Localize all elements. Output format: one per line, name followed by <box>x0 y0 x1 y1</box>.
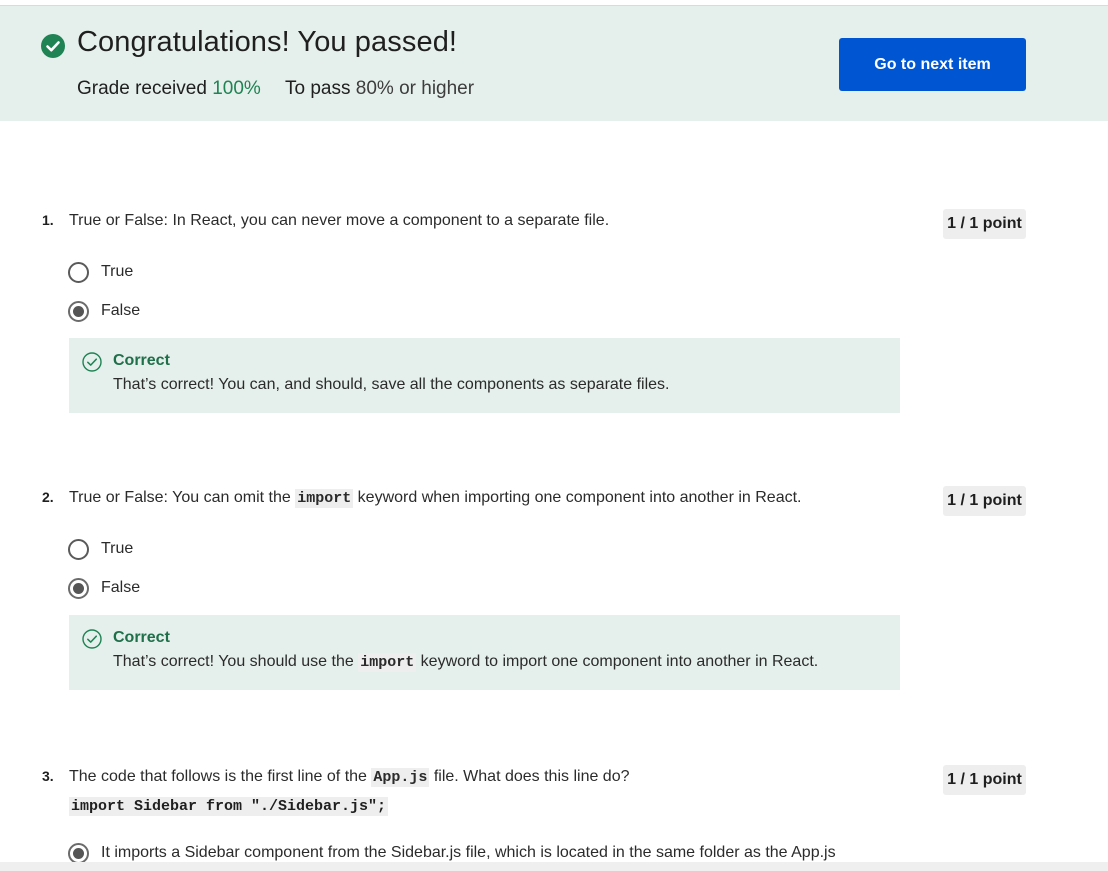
question-text-part: True or False: You can omit the <box>69 489 296 506</box>
feedback-correct: Correct That’s correct! You can, and sho… <box>69 338 900 413</box>
check-circle-icon <box>41 34 65 58</box>
feedback-text-part: keyword to import one component into ano… <box>416 653 819 670</box>
question-text: True or False: You can omit the import k… <box>69 489 802 508</box>
option-true[interactable]: True <box>68 260 133 284</box>
result-banner: Congratulations! You passed! Grade recei… <box>0 5 1108 121</box>
radio-button-selected[interactable] <box>68 300 89 322</box>
option-true[interactable]: True <box>68 537 133 561</box>
option-false[interactable]: False <box>68 299 140 323</box>
feedback-title: Correct <box>113 352 170 369</box>
check-circle-outline-icon <box>82 352 102 372</box>
inline-code: App.js <box>371 768 430 787</box>
option-false[interactable]: False <box>68 576 140 600</box>
go-to-next-item-button[interactable]: Go to next item <box>839 38 1026 91</box>
option-label: True <box>101 263 134 280</box>
radio-button[interactable] <box>68 261 89 283</box>
grade-value: 100% <box>212 78 261 99</box>
question-text-part: The code that follows is the first line … <box>69 768 372 785</box>
option-label: False <box>101 579 141 596</box>
option-label: False <box>101 302 141 319</box>
feedback-title: Correct <box>113 629 170 646</box>
radio-button-selected[interactable] <box>68 577 89 599</box>
feedback-correct: Correct That’s correct! You should use t… <box>69 615 900 690</box>
feedback-text: That’s correct! You can, and should, sav… <box>113 376 670 393</box>
pass-label: To pass <box>285 78 351 99</box>
question-number: 3. <box>42 768 54 784</box>
question-text-part: keyword when importing one component int… <box>353 489 802 506</box>
feedback-text-part: That’s correct! You should use the <box>113 653 359 670</box>
points-badge: 1 / 1 point <box>943 486 1026 516</box>
option-label: True <box>101 540 134 557</box>
result-title: Congratulations! You passed! <box>77 26 458 58</box>
grade-label: Grade received <box>77 78 207 99</box>
grade-summary: Grade received 100% To pass 80% or highe… <box>77 78 474 100</box>
question-text: The code that follows is the first line … <box>69 768 630 787</box>
points-badge: 1 / 1 point <box>943 209 1026 239</box>
pass-value: 80% or higher <box>355 78 475 99</box>
option-label: It imports a Sidebar component from the … <box>101 844 836 861</box>
check-circle-outline-icon <box>82 629 102 649</box>
code-snippet: import Sidebar from "./Sidebar.js"; <box>69 797 389 816</box>
question-number: 2. <box>42 489 54 505</box>
inline-code: import <box>358 653 417 672</box>
bottom-scroll-edge <box>0 862 1108 871</box>
feedback-text: That’s correct! You should use the impor… <box>113 653 819 672</box>
inline-code: import <box>295 489 354 508</box>
points-badge: 1 / 1 point <box>943 765 1026 795</box>
question-text: True or False: In React, you can never m… <box>69 212 610 229</box>
question-number: 1. <box>42 212 54 228</box>
question-text-part: file. What does this line do? <box>429 768 630 785</box>
radio-button-selected[interactable] <box>68 842 89 864</box>
radio-button[interactable] <box>68 538 89 560</box>
